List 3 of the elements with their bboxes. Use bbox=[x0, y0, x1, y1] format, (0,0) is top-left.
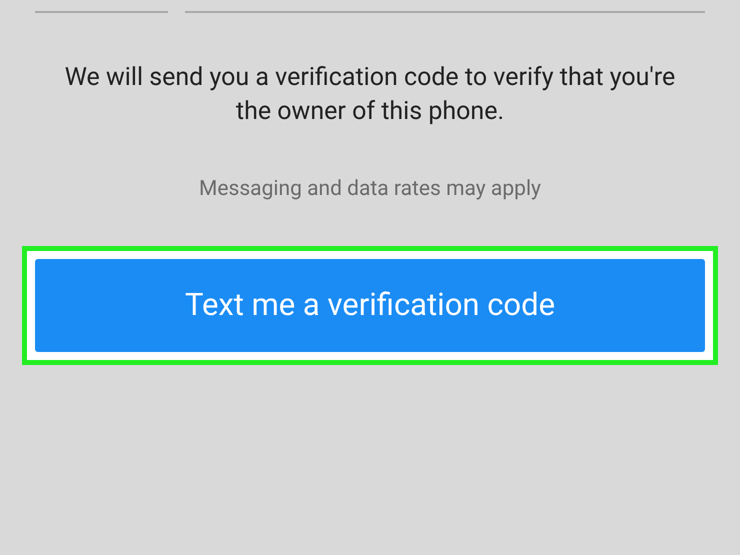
note-text: Messaging and data rates may apply bbox=[199, 176, 541, 203]
message-text: We will send you a verification code to verify that you're the owner of this phone. bbox=[64, 62, 676, 128]
verification-button[interactable]: Text me a verification code bbox=[35, 258, 705, 352]
